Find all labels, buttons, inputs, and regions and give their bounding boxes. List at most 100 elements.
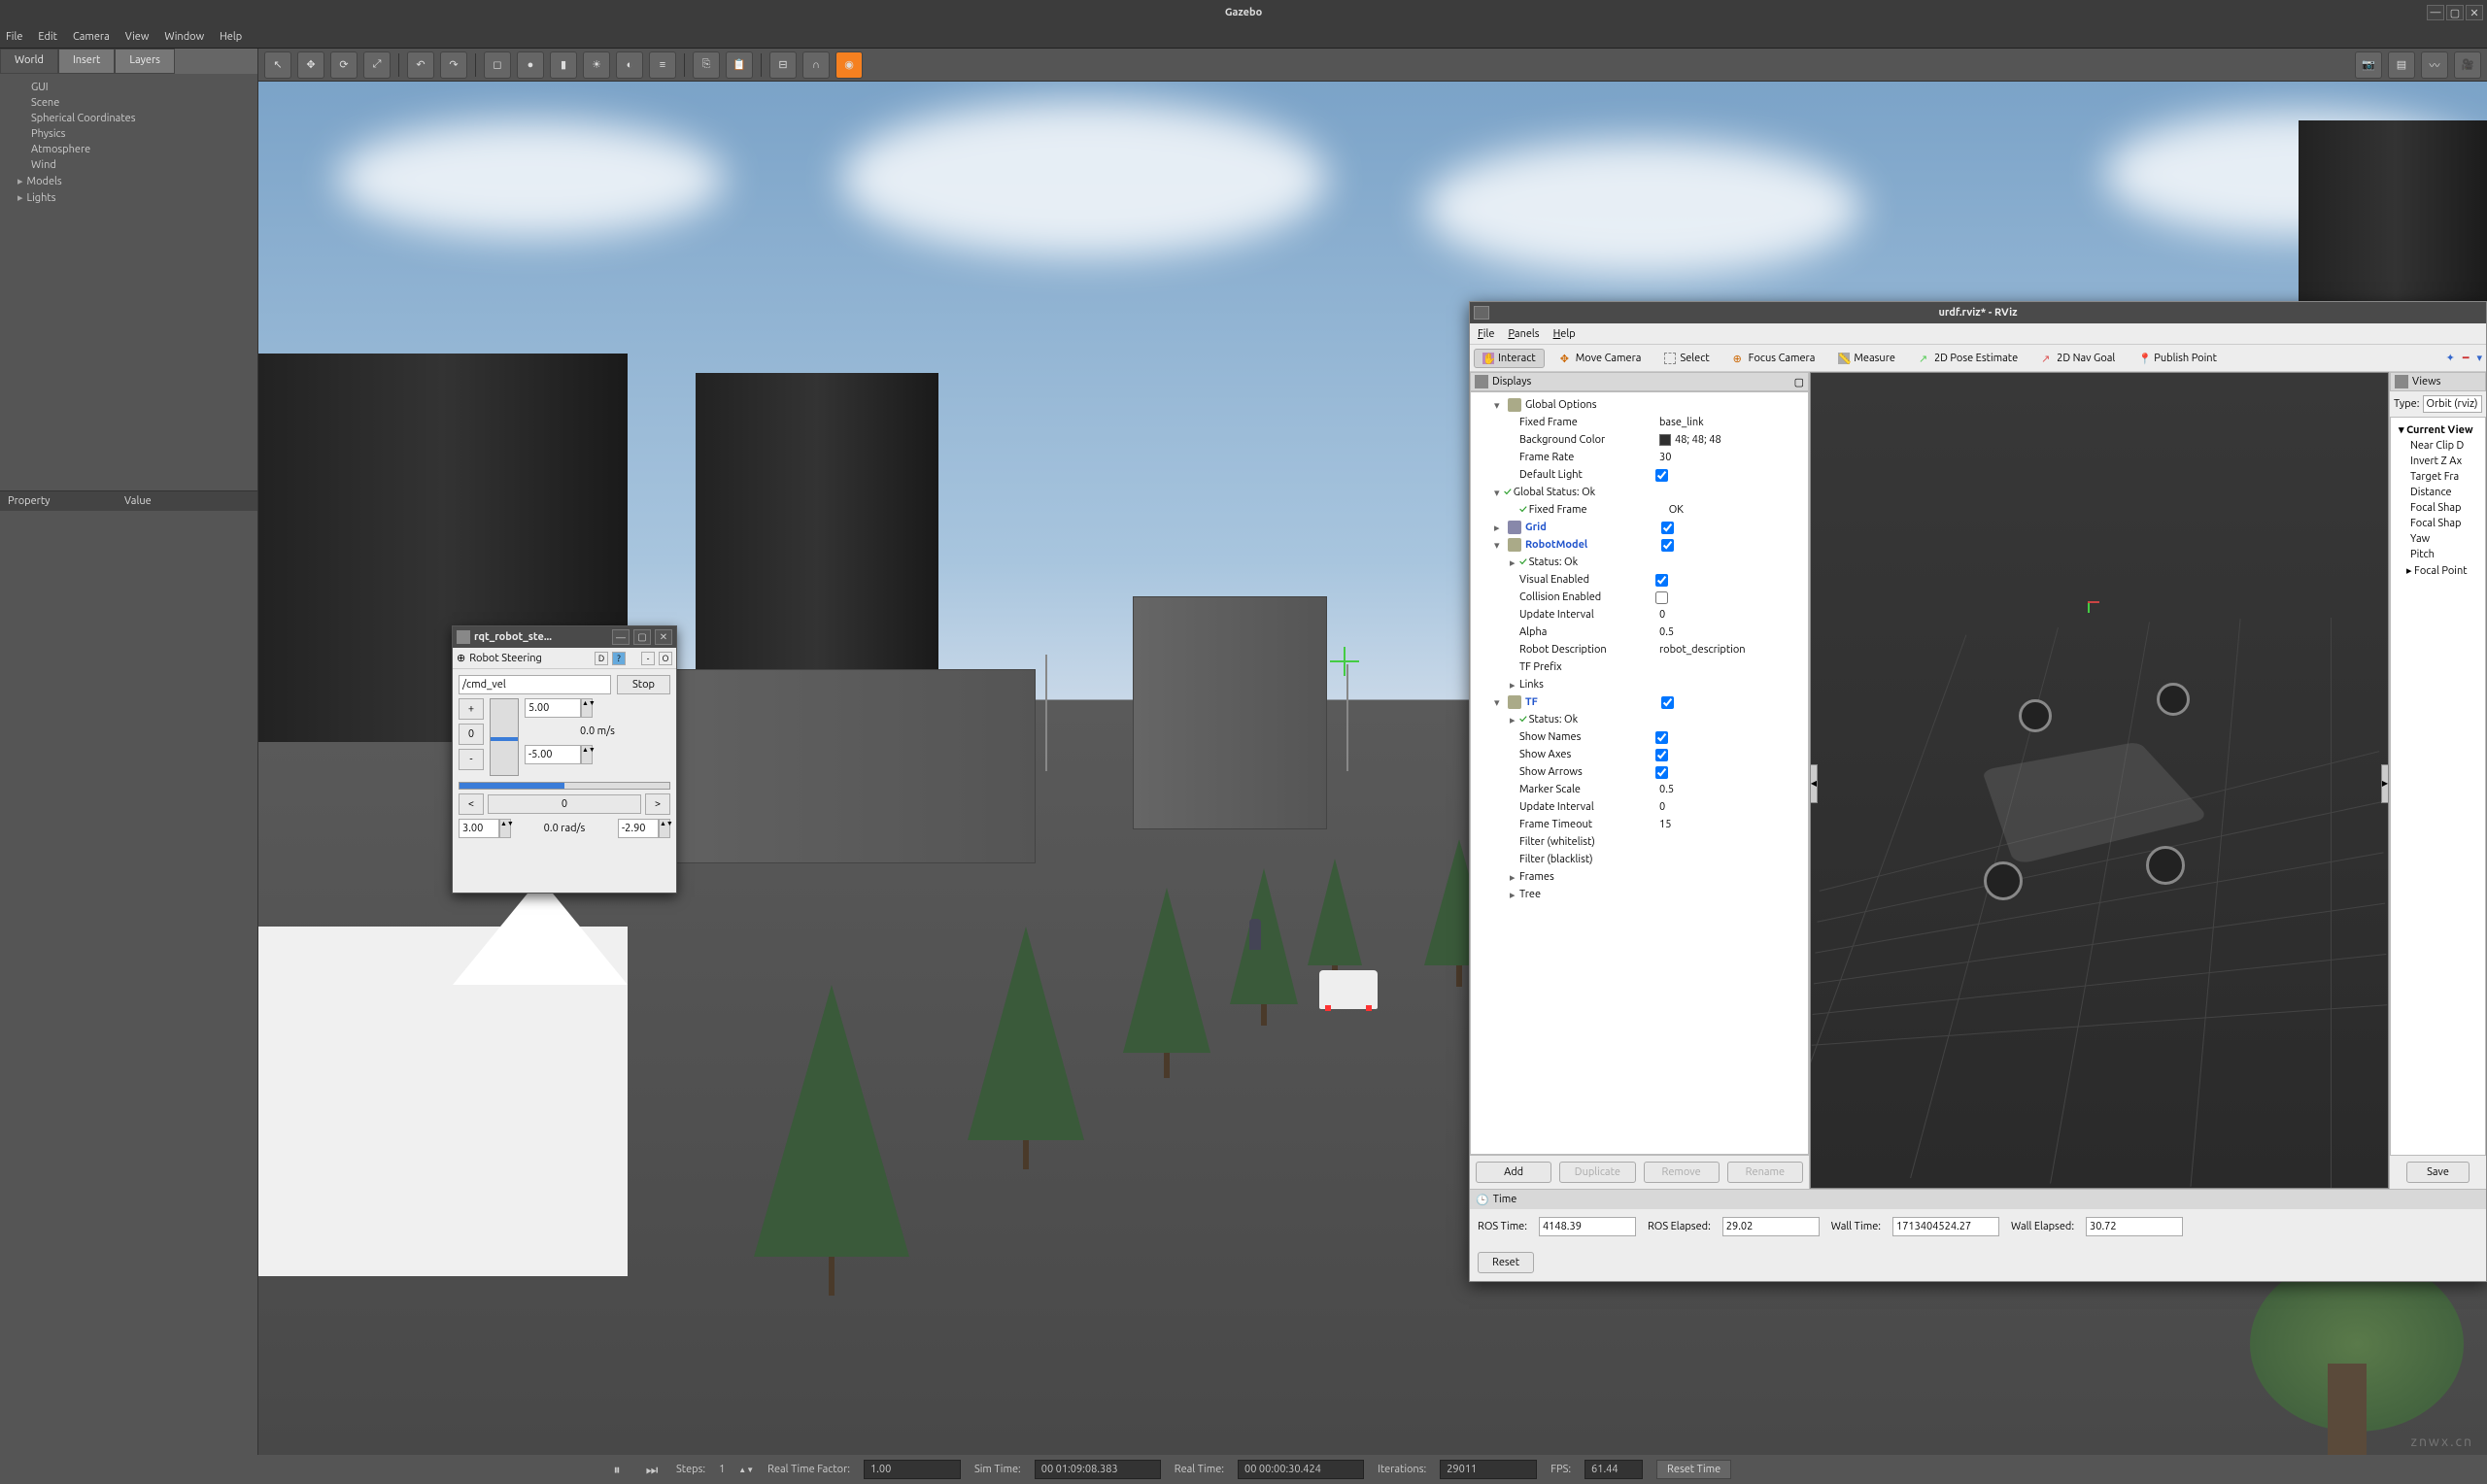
point-light-icon[interactable]: ☀ [583,51,610,79]
rviz-window[interactable]: urdf.rviz* - RViz File Panels Help ✋Inte… [1469,301,2487,1282]
menu-help[interactable]: Help [220,31,242,43]
display-row[interactable]: Fixed Framebase_link [1471,414,1808,431]
align-icon[interactable]: ⊟ [769,51,797,79]
display-row[interactable]: Robot Descriptionrobot_description [1471,641,1808,658]
tool-move-camera[interactable]: ✥Move Camera [1552,350,1650,367]
add-display-button[interactable]: Add [1476,1162,1551,1183]
tree-atmosphere[interactable]: Atmosphere [10,142,248,157]
linear-dec-button[interactable]: - [459,749,484,770]
maximize-button[interactable]: ▢ [2446,5,2464,20]
display-row[interactable]: ▸Status: Ok [1471,711,1808,728]
rviz-titlebar[interactable]: urdf.rviz* - RViz [1470,302,2486,323]
copy-icon[interactable]: ⎘ [693,51,720,79]
display-row[interactable]: ▸Links [1471,676,1808,693]
collapse-left-handle[interactable]: ◀ [1810,764,1818,803]
pause-button[interactable]: ⏸ [606,1459,628,1480]
rtf-value[interactable] [864,1460,961,1479]
display-row[interactable]: Background Color48; 48; 48 [1471,431,1808,449]
log-icon[interactable]: ▤ [2388,51,2415,79]
directional-light-icon[interactable]: ≡ [649,51,676,79]
time-reset-button[interactable]: Reset [1478,1252,1534,1273]
rqt-dock-min[interactable]: - [641,652,655,665]
angular-slider-row[interactable] [459,782,670,790]
time-header[interactable]: 🕒 Time [1470,1190,2486,1209]
menu-file[interactable]: File [6,31,22,43]
tool-add-icon[interactable]: ✦ [2446,352,2455,364]
display-row[interactable]: Visual Enabled [1471,571,1808,589]
world-tree[interactable]: GUI Scene Spherical Coordinates Physics … [0,74,257,491]
undo-icon[interactable]: ↶ [407,51,434,79]
redo-icon[interactable]: ↷ [440,51,467,79]
angular-left-button[interactable]: < [459,793,484,815]
linear-zero-button[interactable]: 0 [459,724,484,745]
tree-gui[interactable]: GUI [10,80,248,95]
views-header[interactable]: Views [2390,372,2486,391]
view-angle-icon[interactable]: ◉ [835,51,863,79]
angular-min-input[interactable] [618,819,659,838]
snap-icon[interactable]: ∩ [802,51,830,79]
angular-zero-button[interactable]: 0 [488,794,641,814]
menu-window[interactable]: Window [164,31,204,43]
translate-tool-icon[interactable]: ✥ [297,51,324,79]
plot-icon[interactable]: 〰 [2421,51,2448,79]
rqt-dock-d[interactable]: D [595,652,608,665]
displays-collapse-icon[interactable]: ▢ [1794,376,1804,388]
display-row[interactable]: ▾Global Status: Ok [1471,484,1808,501]
reset-time-button[interactable]: Reset Time [1656,1460,1731,1479]
rviz-menu-help[interactable]: Help [1553,328,1576,340]
minimize-button[interactable]: — [2427,5,2444,20]
collapse-right-handle[interactable]: ▶ [2381,764,2389,803]
display-row[interactable]: Collision Enabled [1471,589,1808,606]
linear-inc-button[interactable]: + [459,698,484,720]
rqt-dock-o[interactable]: O [659,652,672,665]
display-row[interactable]: Frame Rate30 [1471,449,1808,466]
display-row[interactable]: ▾Global Options [1471,396,1808,414]
display-row[interactable]: Show Arrows [1471,763,1808,781]
display-row[interactable]: Frame Timeout15 [1471,816,1808,833]
rqt-window[interactable]: rqt_robot_ste... — ▢ ✕ ⊕ Robot Steering … [452,625,677,894]
step-button[interactable]: ⏭ [641,1459,663,1480]
ros-elapsed-input[interactable] [1722,1217,1820,1236]
steps-value[interactable]: 1 [719,1464,725,1475]
rviz-3d-view[interactable]: ◀ ▶ [1810,372,2389,1189]
tool-focus-camera[interactable]: ⊕Focus Camera [1725,350,1823,367]
screenshot-icon[interactable]: 📷 [2355,51,2382,79]
display-row[interactable]: ▸Frames [1471,868,1808,886]
simtime-value[interactable] [1035,1460,1161,1479]
topic-input[interactable] [459,675,611,694]
display-row[interactable]: ▸Status: Ok [1471,554,1808,571]
display-row[interactable]: Update Interval0 [1471,798,1808,816]
realtime-value[interactable] [1238,1460,1364,1479]
rqt-maximize[interactable]: ▢ [633,629,651,645]
rqt-dock-q[interactable]: ? [612,652,626,665]
paste-icon[interactable]: 📋 [726,51,753,79]
display-row[interactable]: Marker Scale0.5 [1471,781,1808,798]
display-row[interactable]: Default Light [1471,466,1808,484]
box-shape-icon[interactable]: ◻ [484,51,511,79]
tool-select[interactable]: Select [1656,350,1717,367]
stop-button[interactable]: Stop [617,675,670,694]
rviz-menu-file[interactable]: File [1478,328,1494,340]
display-row[interactable]: ▾TF [1471,693,1808,711]
wall-time-input[interactable] [1892,1217,1999,1236]
view-save-button[interactable]: Save [2406,1162,2470,1183]
displays-header[interactable]: Displays ▢ [1470,372,1809,391]
tool-2d-pose[interactable]: ↗2D Pose Estimate [1911,350,2026,367]
display-row[interactable]: Update Interval0 [1471,606,1808,624]
tool-measure[interactable]: 📏Measure [1830,350,1903,367]
display-row[interactable]: Filter (blacklist) [1471,851,1808,868]
display-row[interactable]: ▸Tree [1471,886,1808,903]
record-icon[interactable]: 🎥 [2454,51,2481,79]
angular-max-input[interactable] [459,819,499,838]
rqt-minimize[interactable]: — [612,629,630,645]
rqt-titlebar[interactable]: rqt_robot_ste... — ▢ ✕ [453,626,676,648]
displays-tree[interactable]: ▾Global OptionsFixed Framebase_linkBackg… [1470,391,1809,1155]
sphere-shape-icon[interactable]: ● [517,51,544,79]
linear-min-input[interactable] [525,745,581,764]
wall-elapsed-input[interactable] [2086,1217,2183,1236]
rotate-tool-icon[interactable]: ⟳ [330,51,358,79]
menu-camera[interactable]: Camera [73,31,110,43]
display-row[interactable]: Alpha0.5 [1471,624,1808,641]
display-row[interactable]: Show Names [1471,728,1808,746]
tree-physics[interactable]: Physics [10,126,248,142]
